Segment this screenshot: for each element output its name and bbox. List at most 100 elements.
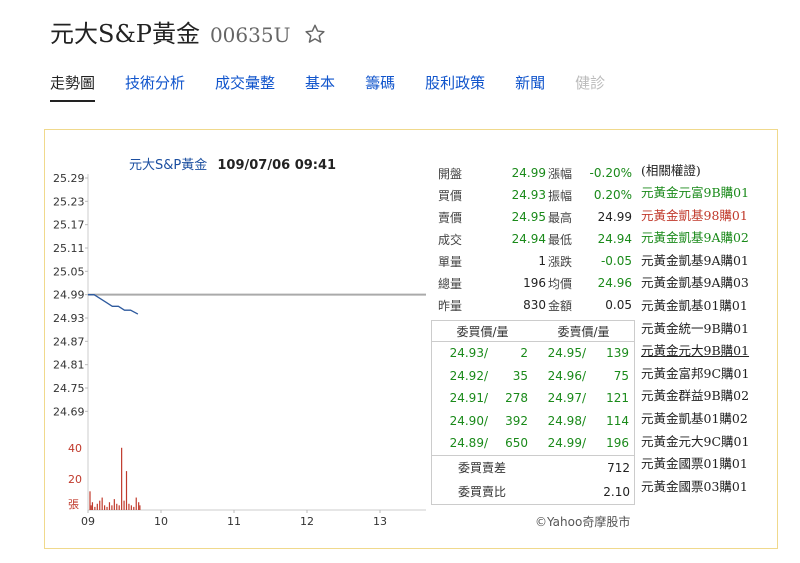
quote-row: 總量 196 均價 24.96 xyxy=(438,272,632,294)
stock-code: 00635U xyxy=(209,23,291,47)
related-warrants: (相關權證) 元黃金元富9B購01 元黃金凱基98購01 元黃金凱基9A購02 元黃金… xyxy=(641,160,749,498)
y-tick-label: 25.29 xyxy=(53,172,85,185)
bid-ask-ratio-value: 2.10 xyxy=(603,484,630,499)
quote-label: 漲幅 xyxy=(548,166,573,181)
quote-label: 昨量 xyxy=(438,298,463,313)
chart-title-name: 元大S&P黃金 xyxy=(129,158,208,173)
tab-2[interactable]: 成交彙整 xyxy=(215,72,275,102)
tab-6[interactable]: 新聞 xyxy=(515,72,545,102)
quote-value: -0.05 xyxy=(600,254,632,268)
warrant-link[interactable]: 元黃金凱基9A購03 xyxy=(641,272,749,295)
y-tick-label: 24.93 xyxy=(53,312,85,325)
quote-row: 單量 1 漲跌 -0.05 xyxy=(438,250,632,272)
ask-price: 24.97/ xyxy=(547,391,586,406)
warrant-link[interactable]: 元黃金元大9C購01 xyxy=(641,431,749,454)
quote-table: 開盤 24.99 漲幅 -0.20% 買價 24.93 振幅 0.20% 賣價 24.95 最高 24… xyxy=(438,162,632,316)
order-book-row: 24.89/650 24.99/196 xyxy=(432,432,634,455)
tab-bar: 走勢圖 技術分析 成交彙整 基本 籌碼 股利政策 新聞 健診 xyxy=(50,72,635,102)
quote-label: 總量 xyxy=(438,276,463,291)
warrant-link[interactable]: 元黃金凱基01購02 xyxy=(641,408,749,431)
order-book-row: 24.92/35 24.96/75 xyxy=(432,365,634,388)
intraday-chart-svg: 25.29 25.23 25.17 25.11 25.05 24.99 24.93 24.87… xyxy=(53,172,426,528)
page-header: 元大S&P黃金 00635U xyxy=(50,14,326,48)
quote-value: 24.95 xyxy=(511,210,546,224)
quote-row: 昨量 830 金額 0.05 xyxy=(438,294,632,316)
price-series-line xyxy=(88,294,139,315)
y-tick-label: 25.11 xyxy=(53,242,85,255)
order-book-row: 24.93/2 24.95/139 xyxy=(432,342,634,365)
y-tick-label: 25.05 xyxy=(53,265,85,278)
stock-name: 元大S&P黃金 xyxy=(50,20,200,48)
copyright: ©Yahoo奇摩股市 xyxy=(535,515,631,529)
order-book-row: 24.90/392 24.98/114 xyxy=(432,410,634,433)
bid-ask-ratio-label: 委買賣比 xyxy=(457,485,506,499)
bid-price: 24.93/ xyxy=(449,346,488,361)
ask-header: 委賣價/量 xyxy=(557,324,610,339)
star-outline-icon[interactable] xyxy=(304,23,326,45)
quote-label: 最高 xyxy=(548,210,573,225)
quote-label: 賣價 xyxy=(438,210,463,225)
ask-price: 24.99/ xyxy=(547,436,586,451)
bid-quantity: 650 xyxy=(505,436,528,451)
warrant-link[interactable]: 元黃金凱基9A購01 xyxy=(641,250,749,273)
tab-1[interactable]: 技術分析 xyxy=(125,72,185,102)
tab-0[interactable]: 走勢圖 xyxy=(50,72,96,102)
quote-value: 24.94 xyxy=(511,232,546,246)
warrant-link[interactable]: 元黃金凱基9A購02 xyxy=(641,227,749,250)
bid-ask-diff-row: 委買賣差 712 xyxy=(432,456,634,480)
quote-panel: 25.29 25.23 25.17 25.11 25.05 24.99 24.93 24.87… xyxy=(44,129,778,549)
quote-value: 0.20% xyxy=(593,188,632,202)
quote-value: 0.05 xyxy=(605,298,632,312)
ask-quantity: 75 xyxy=(613,368,629,383)
warrant-link[interactable]: 元黃金國票01購01 xyxy=(641,453,749,476)
bid-header: 委買價/量 xyxy=(456,324,509,339)
warrant-link[interactable]: 元黃金統一9B購01 xyxy=(641,318,749,341)
quote-label: 成交 xyxy=(438,232,463,247)
volume-tick-label: 40 xyxy=(68,442,82,455)
bid-ask-diff-label: 委買賣差 xyxy=(457,461,506,475)
y-tick-label: 24.75 xyxy=(53,382,85,395)
y-tick-label: 25.17 xyxy=(53,219,85,232)
order-book-row: 24.91/278 24.97/121 xyxy=(432,387,634,410)
ask-quantity: 121 xyxy=(606,391,629,406)
intraday-chart: 25.29 25.23 25.17 25.11 25.05 24.99 24.93 24.87… xyxy=(45,130,445,550)
bid-price: 24.90/ xyxy=(449,413,488,428)
y-tick-label: 24.99 xyxy=(53,289,85,302)
quote-value: 1 xyxy=(538,254,546,268)
x-tick-label: 09 xyxy=(81,515,95,528)
bid-ask-diff-value: 712 xyxy=(607,460,630,475)
quote-value: 24.93 xyxy=(511,188,546,202)
bid-quantity: 2 xyxy=(520,346,528,361)
tab-4[interactable]: 籌碼 xyxy=(365,72,395,102)
volume-tick-label: 20 xyxy=(68,473,82,486)
bid-price: 24.89/ xyxy=(449,436,488,451)
quote-row: 買價 24.93 振幅 0.20% xyxy=(438,184,632,206)
warrant-link[interactable]: 元黃金元富9B購01 xyxy=(641,182,749,205)
ask-price: 24.95/ xyxy=(547,346,586,361)
warrant-link[interactable]: 元黃金元大9B購01 xyxy=(641,340,749,363)
volume-tick-label: 張 xyxy=(68,498,79,511)
quote-value: 24.94 xyxy=(597,232,632,246)
warrants-title: (相關權證) xyxy=(641,163,701,178)
order-book-rows: 24.93/2 24.95/139 24.92/35 24.96/75 24.91/27… xyxy=(432,342,634,456)
tab-5[interactable]: 股利政策 xyxy=(425,72,485,102)
y-tick-label: 25.23 xyxy=(53,195,85,208)
quote-label: 最低 xyxy=(548,232,573,247)
order-book-header: 委買價/量 委賣價/量 xyxy=(432,321,634,342)
quote-row: 賣價 24.95 最高 24.99 xyxy=(438,206,632,228)
quote-label: 均價 xyxy=(548,276,573,291)
quote-label: 振幅 xyxy=(548,188,573,203)
ask-quantity: 196 xyxy=(606,436,629,451)
y-tick-label: 24.81 xyxy=(53,359,85,372)
order-book: 委買價/量 委賣價/量 24.93/2 24.95/139 24.92/35 24.9… xyxy=(431,320,635,505)
warrant-link[interactable]: 元黃金凱基01購01 xyxy=(641,295,749,318)
warrant-link[interactable]: 元黃金凱基98購01 xyxy=(641,205,749,228)
warrant-list: 元黃金元富9B購01 元黃金凱基98購01 元黃金凱基9A購02 元黃金凱基9A購01… xyxy=(641,182,749,498)
warrant-link[interactable]: 元黃金群益9B購02 xyxy=(641,385,749,408)
x-tick-label: 13 xyxy=(373,515,387,528)
warrant-link[interactable]: 元黃金富邦9C購01 xyxy=(641,363,749,386)
bid-price: 24.92/ xyxy=(449,368,488,383)
tab-3[interactable]: 基本 xyxy=(305,72,335,102)
chart-title-datetime: 109/07/06 09:41 xyxy=(217,158,337,173)
warrant-link[interactable]: 元黃金國票03購01 xyxy=(641,476,749,499)
